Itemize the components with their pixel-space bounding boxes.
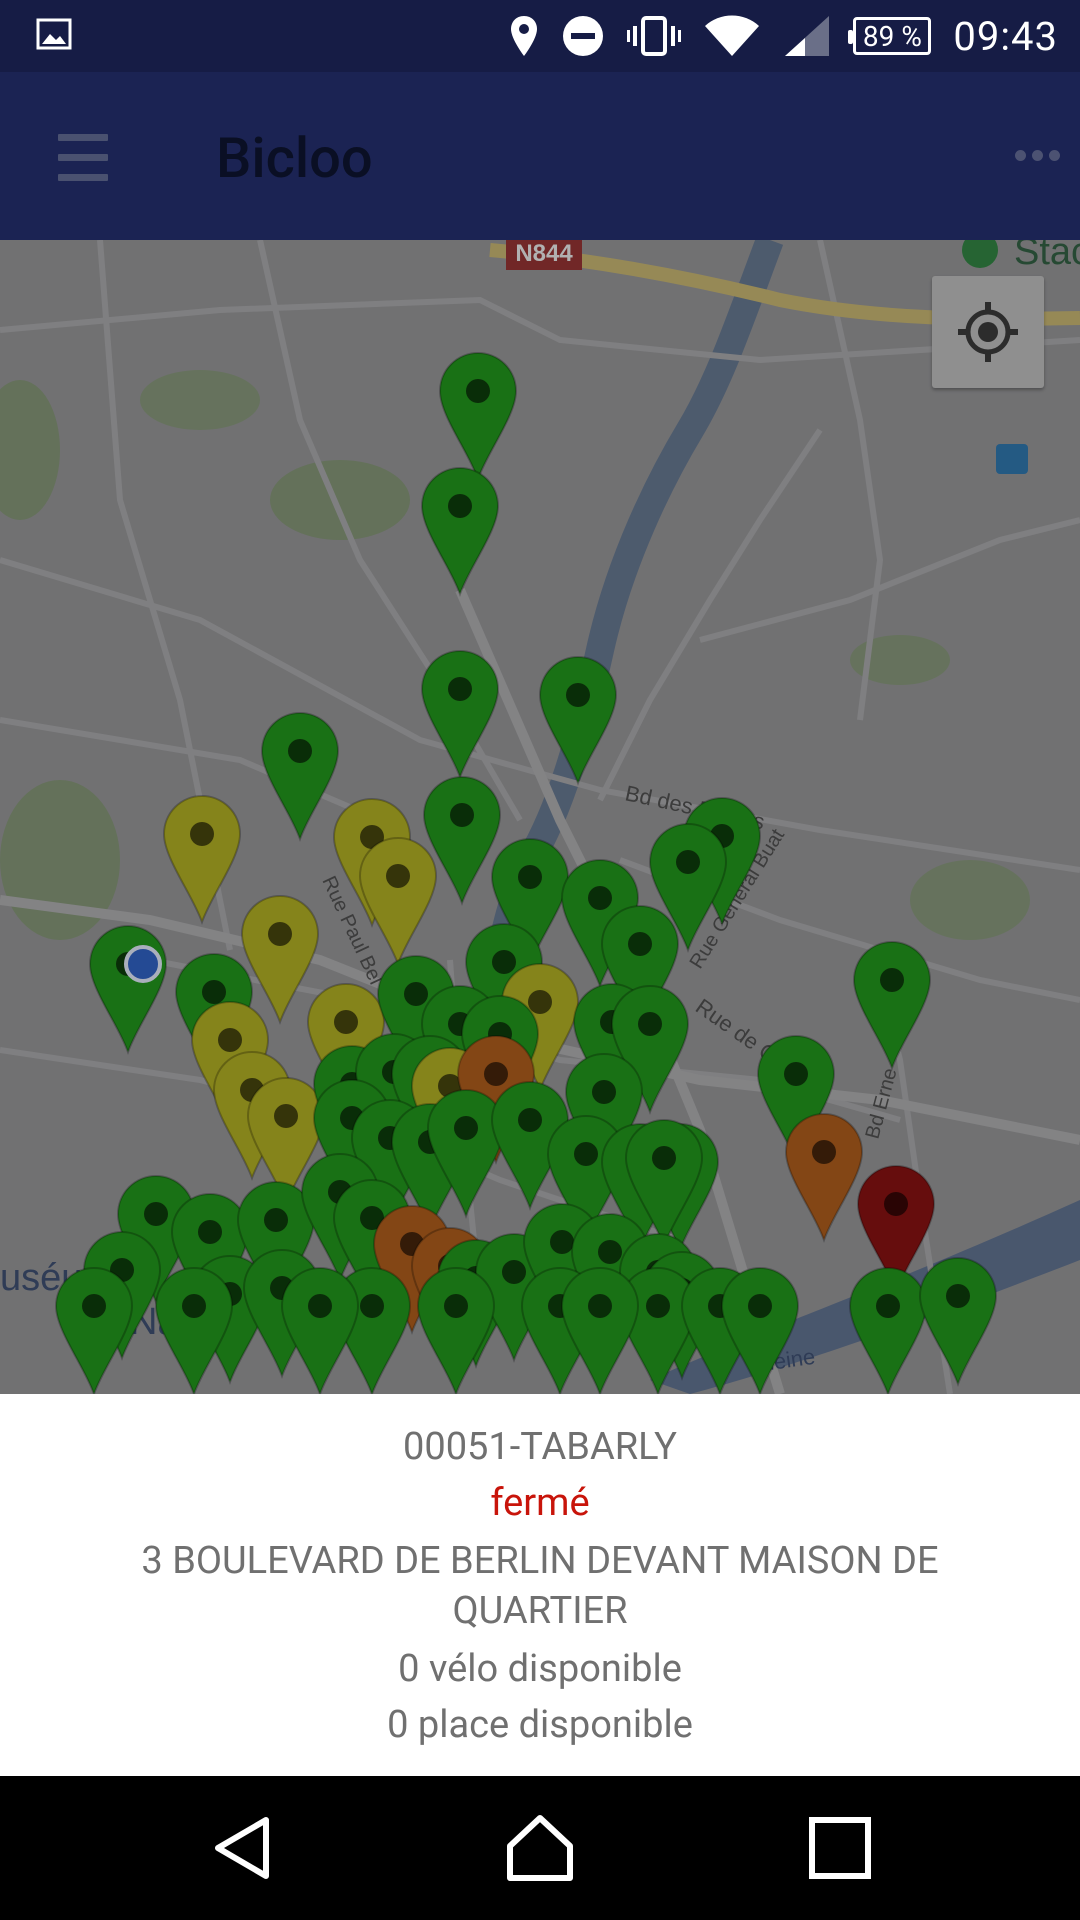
app-title: Bicloo (216, 125, 373, 191)
marker-center-dot (628, 932, 652, 956)
map-view[interactable]: N844 Stac Bd des Belges Rue Paul Bel Rue… (0, 240, 1080, 1394)
marker-center-dot (288, 739, 312, 763)
marker-center-dot (386, 864, 410, 888)
park-area (270, 460, 410, 540)
marker-center-dot (502, 1260, 526, 1284)
back-icon[interactable] (206, 1812, 278, 1884)
marker-center-dot (444, 1294, 468, 1318)
marker-center-dot (598, 1240, 622, 1264)
station-name: 00051-TABARLY (402, 1425, 677, 1469)
marker-center-dot (518, 865, 542, 889)
my-location-icon (958, 302, 1018, 362)
marker-center-dot (884, 1192, 908, 1216)
bikes-available: 0 vélo disponible (398, 1647, 682, 1691)
road-label: N844 (515, 240, 573, 267)
vibrate-icon (627, 16, 682, 56)
map-canvas[interactable]: N844 Stac Bd des Belges Rue Paul Bel Rue… (0, 240, 1080, 1394)
signal-icon (785, 16, 830, 56)
marker-center-dot (638, 1012, 662, 1036)
marker-center-dot (218, 1028, 242, 1052)
marker-center-dot (144, 1202, 168, 1226)
marker-center-dot (484, 1062, 508, 1086)
marker-center-dot (566, 683, 590, 707)
marker-center-dot (82, 1294, 106, 1318)
marker-center-dot (946, 1284, 970, 1308)
more-horizontal-icon[interactable] (1015, 150, 1060, 161)
marker-center-dot (198, 1220, 222, 1244)
my-location-button[interactable] (932, 276, 1044, 388)
marker-center-dot (454, 1116, 478, 1140)
marker-center-dot (592, 1080, 616, 1104)
marker-center-dot (268, 922, 292, 946)
marker-center-dot (748, 1294, 772, 1318)
station-info-panel: 00051-TABARLY fermé 3 BOULEVARD DE BERLI… (0, 1394, 1080, 1776)
place-label: Stac (1014, 240, 1080, 273)
status-bar: 89 % 09:43 (0, 0, 1080, 72)
marker-center-dot (308, 1294, 332, 1318)
station-status: fermé (490, 1481, 590, 1525)
user-location-dot (124, 945, 162, 983)
hamburger-menu-icon[interactable] (58, 134, 108, 184)
location-icon (511, 16, 538, 56)
marker-center-dot (360, 1294, 384, 1318)
marker-center-dot (202, 980, 226, 1004)
home-icon[interactable] (504, 1812, 576, 1884)
marker-center-dot (876, 1294, 900, 1318)
marker-center-dot (404, 982, 428, 1006)
marker-center-dot (880, 968, 904, 992)
marker-center-dot (182, 1294, 206, 1318)
marker-center-dot (264, 1208, 288, 1232)
clock: 09:43 (953, 12, 1058, 60)
marker-center-dot (528, 990, 552, 1014)
marker-center-dot (812, 1140, 836, 1164)
marker-center-dot (334, 1010, 358, 1034)
do-not-disturb-icon (563, 16, 604, 56)
train-station-icon (996, 444, 1028, 474)
marker-center-dot (450, 803, 474, 827)
marker-center-dot (190, 822, 214, 846)
marker-center-dot (588, 886, 612, 910)
marker-center-dot (588, 1294, 612, 1318)
marker-center-dot (448, 494, 472, 518)
marker-center-dot (448, 677, 472, 701)
marker-center-dot (466, 379, 490, 403)
marker-center-dot (550, 1230, 574, 1254)
places-available: 0 place disponible (387, 1703, 693, 1747)
marker-center-dot (652, 1146, 676, 1170)
marker-center-dot (274, 1104, 298, 1128)
battery-indicator: 89 % (848, 17, 932, 55)
marker-center-dot (492, 950, 516, 974)
app-bar (0, 72, 1080, 240)
marker-center-dot (646, 1294, 670, 1318)
marker-center-dot (784, 1062, 808, 1086)
station-address: 3 BOULEVARD DE BERLIN DEVANT MAISON DE Q… (141, 1539, 939, 1633)
recents-icon[interactable] (804, 1812, 876, 1884)
wifi-icon (705, 15, 760, 56)
navigation-bar (0, 1776, 1080, 1920)
marker-center-dot (676, 850, 700, 874)
image-notification-icon (36, 18, 72, 50)
marker-center-dot (574, 1142, 598, 1166)
marker-center-dot (518, 1108, 542, 1132)
